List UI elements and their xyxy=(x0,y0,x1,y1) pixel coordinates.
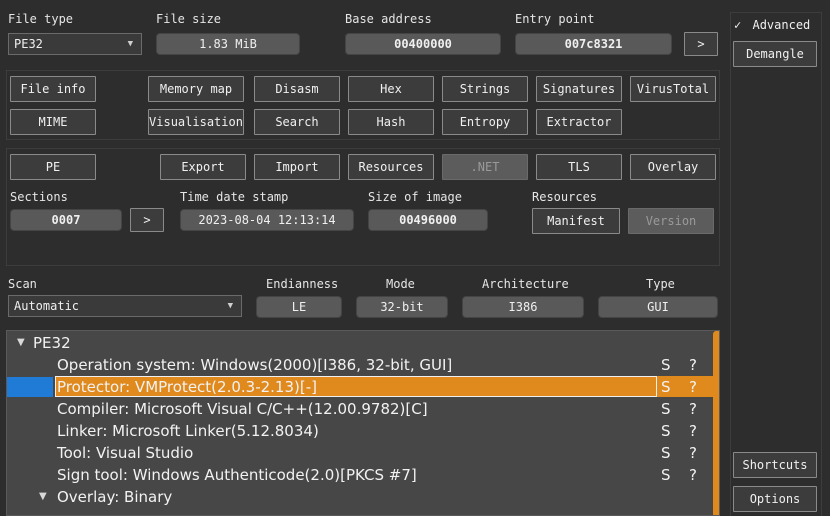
sections-label: Sections xyxy=(10,190,68,204)
result-text: Sign tool: Windows Authenticode(2.0)[PKC… xyxy=(57,466,417,484)
type-label: Type xyxy=(646,277,675,291)
mime-button[interactable]: MIME xyxy=(10,109,96,135)
signature-link[interactable]: S xyxy=(661,376,671,398)
resources-label: Resources xyxy=(532,190,598,204)
version-button: Version xyxy=(628,208,714,234)
overlay-label: Overlay: Binary xyxy=(57,488,173,506)
result-row-selected[interactable]: Protector: VMProtect(2.0.3-2.13)[-] S ? xyxy=(7,376,719,398)
file-type-select[interactable]: PE32 ▼ xyxy=(8,33,142,55)
signatures-button[interactable]: Signatures xyxy=(536,76,622,102)
overlay-button[interactable]: Overlay xyxy=(630,154,716,180)
signature-link[interactable]: S xyxy=(661,398,671,420)
entry-point-label: Entry point xyxy=(515,12,595,26)
search-button[interactable]: Search xyxy=(254,109,340,135)
chevron-down-icon: ▼ xyxy=(227,301,233,311)
tree-root-label: PE32 xyxy=(33,334,71,352)
resources-button[interactable]: Resources xyxy=(348,154,434,180)
scan-label: Scan xyxy=(8,277,37,291)
memory-map-button[interactable]: Memory map xyxy=(148,76,244,102)
base-address-field: 00400000 xyxy=(345,33,501,55)
tls-button[interactable]: TLS xyxy=(536,154,622,180)
entropy-button[interactable]: Entropy xyxy=(442,109,528,135)
demangle-button[interactable]: Demangle xyxy=(733,41,817,67)
info-link[interactable]: ? xyxy=(689,398,697,420)
extractor-button[interactable]: Extractor xyxy=(536,109,622,135)
file-type-value: PE32 xyxy=(14,37,43,51)
tree-scrollbar[interactable] xyxy=(713,331,719,515)
signature-link[interactable]: S xyxy=(661,420,671,442)
virustotal-button[interactable]: VirusTotal xyxy=(630,76,716,102)
result-row[interactable]: Linker: Microsoft Linker(5.12.8034) S ? xyxy=(7,420,719,442)
scan-value: Automatic xyxy=(14,299,80,313)
sections-field: 0007 xyxy=(10,209,122,231)
result-text: Compiler: Microsoft Visual C/C++(12.00.9… xyxy=(57,400,428,418)
result-row[interactable]: Sign tool: Windows Authenticode(2.0)[PKC… xyxy=(7,464,719,486)
endianness-field: LE xyxy=(256,296,342,318)
result-text: Linker: Microsoft Linker(5.12.8034) xyxy=(57,422,319,440)
type-field: GUI xyxy=(598,296,718,318)
architecture-field: I386 xyxy=(462,296,584,318)
base-address-label: Base address xyxy=(345,12,432,26)
advanced-checkbox[interactable]: ✓ Advanced xyxy=(734,16,820,34)
import-button[interactable]: Import xyxy=(254,154,340,180)
info-link[interactable]: ? xyxy=(689,420,697,442)
result-row[interactable]: Tool: Visual Studio S ? xyxy=(7,442,719,464)
info-link[interactable]: ? xyxy=(689,354,697,376)
manifest-button[interactable]: Manifest xyxy=(532,208,620,234)
visualisation-button[interactable]: Visualisation xyxy=(148,109,244,135)
hex-button[interactable]: Hex xyxy=(348,76,434,102)
entry-point-field: 007c8321 xyxy=(515,33,672,55)
image-size-label: Size of image xyxy=(368,190,462,204)
strings-button[interactable]: Strings xyxy=(442,76,528,102)
check-icon: ✓ xyxy=(734,18,742,32)
result-text: Protector: VMProtect(2.0.3-2.13)[-] xyxy=(57,378,317,396)
chevron-down-icon: ▼ xyxy=(127,39,133,49)
scrollbar-thumb[interactable] xyxy=(713,331,719,515)
disasm-button[interactable]: Disasm xyxy=(254,76,340,102)
result-row[interactable]: Operation system: Windows(2000)[I386, 32… xyxy=(7,354,719,376)
image-size-field: 00496000 xyxy=(368,209,488,231)
entry-point-go-button[interactable]: > xyxy=(684,32,718,56)
file-size-field: 1.83 MiB xyxy=(156,33,300,55)
file-type-label: File type xyxy=(8,12,74,26)
sections-go-button[interactable]: > xyxy=(130,208,164,232)
timestamp-field: 2023-08-04 12:13:14 xyxy=(180,209,354,231)
scan-select[interactable]: Automatic ▼ xyxy=(8,295,242,317)
signature-link[interactable]: S xyxy=(661,442,671,464)
mode-field: 32-bit xyxy=(356,296,448,318)
hash-button[interactable]: Hash xyxy=(348,109,434,135)
advanced-label: Advanced xyxy=(752,18,811,32)
timestamp-label: Time date stamp xyxy=(180,190,289,204)
overlay-row[interactable]: ▼ Overlay: Binary xyxy=(7,486,719,508)
results-tree[interactable]: ▼ PE32 Operation system: Windows(2000)[I… xyxy=(6,330,720,516)
dotnet-button: .NET xyxy=(442,154,528,180)
file-info-button[interactable]: File info xyxy=(10,76,96,102)
pe-button[interactable]: PE xyxy=(10,154,96,180)
signature-link[interactable]: S xyxy=(661,464,671,486)
options-button[interactable]: Options xyxy=(733,486,817,512)
shortcuts-button[interactable]: Shortcuts xyxy=(733,452,817,478)
file-size-label: File size xyxy=(156,12,222,26)
result-row[interactable]: Compiler: Microsoft Visual C/C++(12.00.9… xyxy=(7,398,719,420)
info-link[interactable]: ? xyxy=(689,464,697,486)
expand-arrow-icon: ▼ xyxy=(17,337,25,348)
side-panel xyxy=(730,12,822,516)
export-button[interactable]: Export xyxy=(160,154,246,180)
result-text: Tool: Visual Studio xyxy=(57,444,194,462)
mode-label: Mode xyxy=(386,277,415,291)
endianness-label: Endianness xyxy=(266,277,339,291)
signature-link[interactable]: S xyxy=(661,354,671,376)
selection-marker xyxy=(7,377,53,397)
architecture-label: Architecture xyxy=(482,277,569,291)
result-text: Operation system: Windows(2000)[I386, 32… xyxy=(57,356,453,374)
info-link[interactable]: ? xyxy=(689,376,697,398)
info-link[interactable]: ? xyxy=(689,442,697,464)
tree-root-row[interactable]: ▼ PE32 xyxy=(7,332,719,354)
expand-arrow-icon: ▼ xyxy=(39,491,47,502)
